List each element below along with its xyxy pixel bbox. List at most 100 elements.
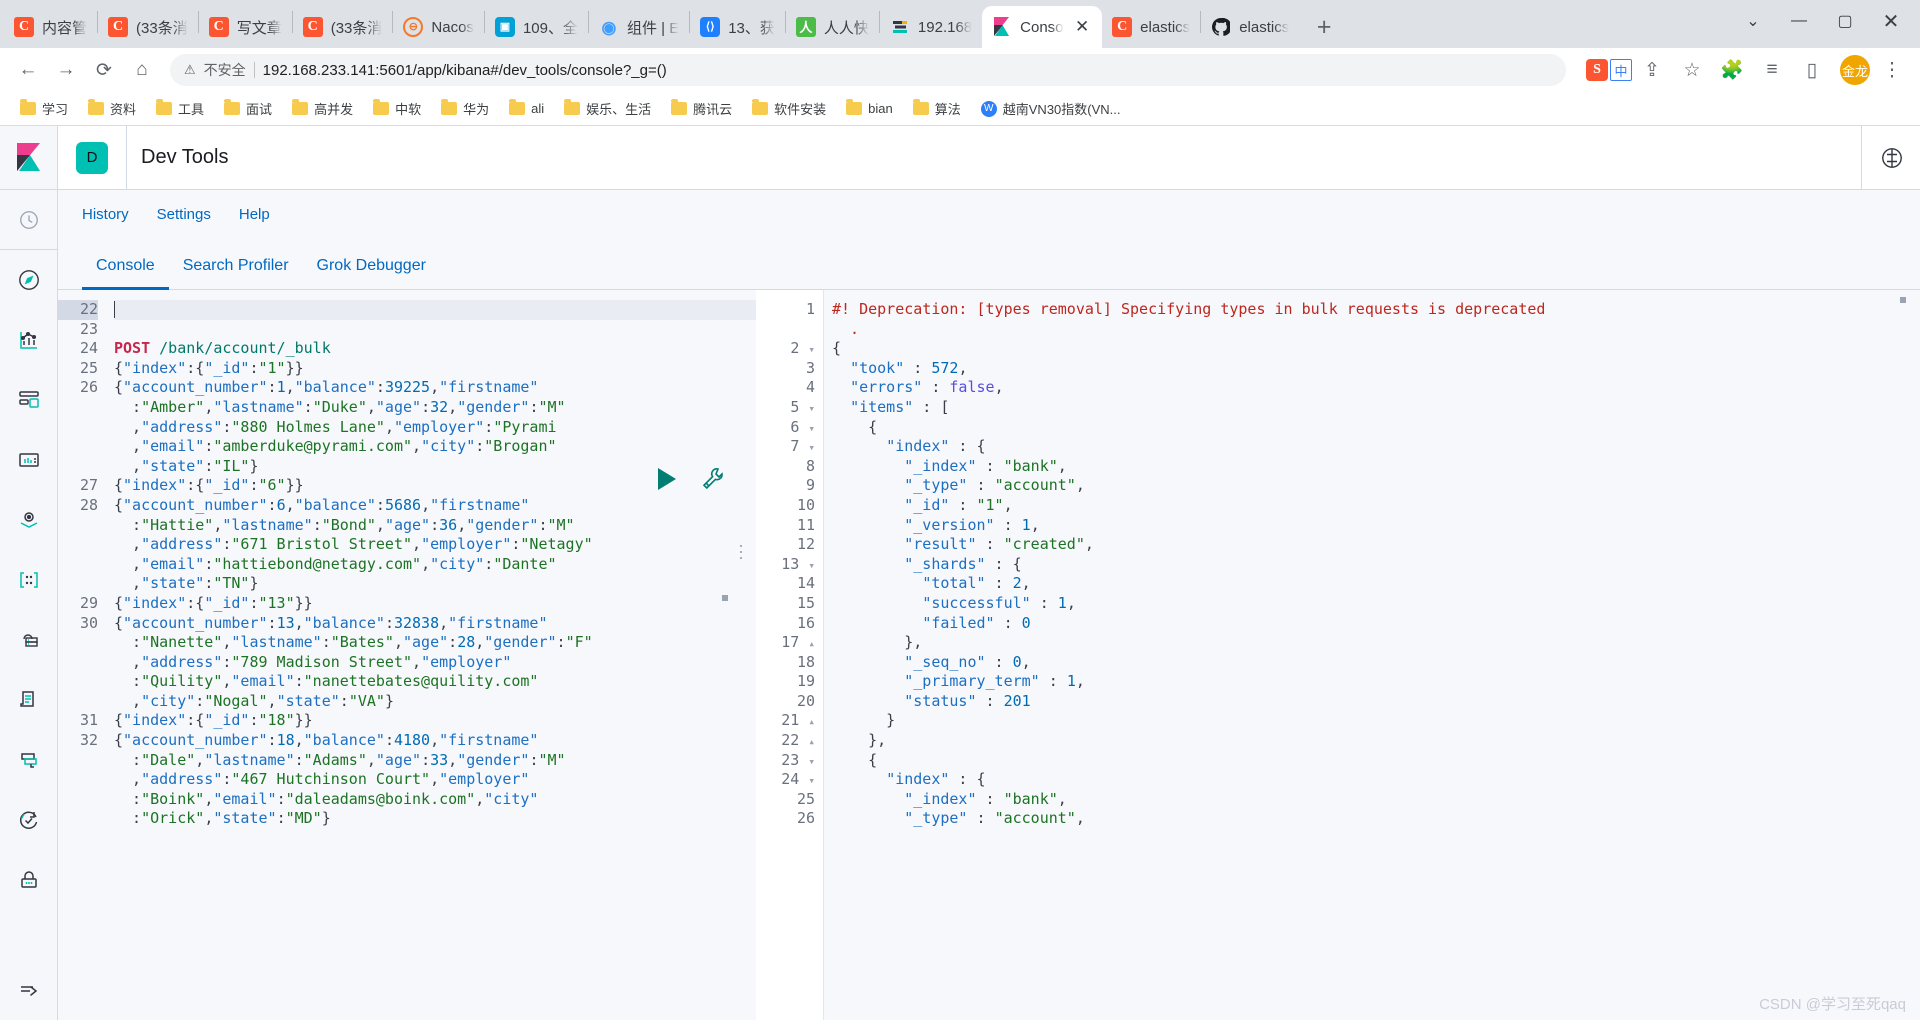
bookmark-item[interactable]: bian <box>838 97 901 120</box>
response-editor-pane[interactable]: 12 ▾ 3 4 5 ▾ 6 ▾ 7 ▾ 8 9 10 11 12 13 ▾ 14 15 16 17 ▴ 18 1… <box>756 290 1920 1020</box>
reading-list-icon[interactable]: ≡ <box>1754 52 1790 88</box>
apm-icon <box>20 753 37 768</box>
sidebar-item-infrastructure[interactable] <box>0 610 58 670</box>
token-str: "6" <box>258 476 286 495</box>
request-line-number <box>58 398 98 418</box>
sidebar-item-apm[interactable] <box>0 730 58 790</box>
bookmark-item[interactable]: 算法 <box>905 95 969 122</box>
token-punc: : <box>985 652 1013 671</box>
browser-tab[interactable]: ▣ 109、全 <box>485 6 588 48</box>
profile-avatar[interactable]: 金龙 <box>1840 55 1870 85</box>
sogou-ime-icon[interactable]: S <box>1586 59 1608 81</box>
bookmark-item[interactable]: 面试 <box>216 95 280 122</box>
bookmark-item[interactable]: W 越南VN30指数(VN... <box>973 95 1129 122</box>
reload-button[interactable]: ⟳ <box>86 52 122 88</box>
minimize-button[interactable]: — <box>1776 0 1822 42</box>
pane-resize-handle[interactable]: · · · <box>738 536 744 566</box>
token-str: "Hattie" <box>141 515 214 534</box>
token-punc: , <box>366 750 376 769</box>
tab-search-chevron-icon[interactable]: ⌄ <box>1730 0 1776 42</box>
token-str: "1" <box>976 495 1004 514</box>
close-window-button[interactable]: ✕ <box>1868 0 1914 42</box>
token-key: "employer" <box>393 417 485 436</box>
browser-tab[interactable]: C (33条消 <box>293 6 393 48</box>
sidebar-item-visualize[interactable] <box>0 310 58 370</box>
bookmark-item[interactable]: 软件安装 <box>744 95 834 122</box>
sidebar-item-uptime[interactable] <box>0 790 58 850</box>
sidebar-item-dashboard[interactable] <box>0 370 58 430</box>
bookmark-item[interactable]: 高并发 <box>284 95 361 122</box>
browser-tab[interactable]: C 写文章 <box>199 6 292 48</box>
bookmark-star-icon[interactable]: ☆ <box>1674 52 1710 88</box>
token-punc: : <box>249 358 259 377</box>
play-icon[interactable] <box>654 466 678 492</box>
request-code-line: :"Hattie","lastname":"Bond","age":36,"ge… <box>114 516 756 536</box>
forward-button[interactable]: → <box>48 52 84 88</box>
browser-tab[interactable]: 人人人快 <box>786 6 879 48</box>
tab-search-profiler[interactable]: Search Profiler <box>169 257 303 289</box>
extensions-icon[interactable]: 🧩 <box>1714 52 1750 88</box>
bookmark-item[interactable]: 腾讯云 <box>663 95 740 122</box>
request-code-line: :"Nanette","lastname":"Bates","age":28,"… <box>114 633 756 653</box>
bookmark-item[interactable]: 娱乐、生活 <box>556 95 659 122</box>
url-text[interactable]: 192.168.233.141:5601/app/kibana#/dev_too… <box>263 62 667 79</box>
token-punc: , <box>294 613 304 632</box>
home-button[interactable]: ⌂ <box>124 52 160 88</box>
bookmark-item[interactable]: 学习 <box>12 95 76 122</box>
console-tab-bar: Console Search Profiler Grok Debugger <box>58 238 1920 290</box>
tab-grok-debugger[interactable]: Grok Debugger <box>303 257 440 289</box>
token-punc <box>832 359 850 377</box>
sidebar-collapse-button[interactable] <box>0 960 58 1020</box>
tab-title: elastics <box>1140 18 1191 36</box>
back-button[interactable]: ← <box>10 52 46 88</box>
sidebar-item-machine-learning[interactable] <box>0 550 58 610</box>
address-bar[interactable]: ⚠ 不安全 192.168.233.141:5601/app/kibana#/d… <box>170 54 1566 86</box>
browser-tab-active[interactable]: Console ✕ <box>982 6 1103 48</box>
console-menu-settings[interactable]: Settings <box>157 206 211 223</box>
browser-tab[interactable]: C 内容管 <box>4 6 97 48</box>
sidebar-item-discover[interactable] <box>0 250 58 310</box>
browser-tab[interactable]: elastics <box>1201 6 1299 48</box>
token-punc: , <box>114 417 142 436</box>
close-tab-icon[interactable]: ✕ <box>1072 17 1092 37</box>
console-menu-history[interactable]: History <box>82 206 129 223</box>
bookmark-item[interactable]: 工具 <box>148 95 212 122</box>
response-line-number: 23 ▾ <box>781 750 815 769</box>
browser-chrome: C 内容管 C (33条消 C 写文章 C (33条消 ⊖ Nacos ▣ 109、全 ◉ 组件 | E ⟨… <box>0 0 1920 126</box>
browser-tab[interactable]: 192.168 <box>880 6 982 48</box>
sidebar-item-security[interactable] <box>0 850 58 910</box>
share-icon[interactable]: ⇪ <box>1634 52 1670 88</box>
bookmark-item[interactable]: 资料 <box>80 95 144 122</box>
token-punc: , <box>375 515 385 534</box>
token-key: "lastname" <box>204 750 295 769</box>
request-editor-pane[interactable]: 22 23 24 25 26 27 28 29 30 31 32 POST /bank/accoun… <box>58 290 756 1020</box>
browser-tab[interactable]: ⊖ Nacos <box>393 6 484 48</box>
browser-tab[interactable]: ◉ 组件 | E <box>589 6 689 48</box>
side-panel-icon[interactable]: ▯ <box>1794 52 1830 88</box>
token-punc: : <box>267 495 277 514</box>
sidebar-item-canvas[interactable] <box>0 430 58 490</box>
request-code-line: :"Orick","state":"MD"} <box>114 809 756 829</box>
browser-tab[interactable]: C (33条消 <box>98 6 198 48</box>
help-button[interactable] <box>1861 126 1904 189</box>
bookmark-item[interactable]: ali <box>501 97 552 120</box>
sidebar-item-maps[interactable] <box>0 490 58 550</box>
browser-tab[interactable]: Celastics <box>1102 6 1200 48</box>
token-punc: , <box>412 652 422 671</box>
ime-mode-icon[interactable]: 中 <box>1610 59 1632 81</box>
maximize-button[interactable]: ▢ <box>1822 0 1868 42</box>
bookmark-item[interactable]: 中软 <box>365 95 429 122</box>
wrench-icon[interactable] <box>700 466 726 492</box>
kibana-logo[interactable] <box>0 126 58 190</box>
new-tab-button[interactable]: + <box>1307 10 1341 44</box>
sidebar-item-logs[interactable] <box>0 670 58 730</box>
console-menu-help[interactable]: Help <box>239 206 270 223</box>
browser-tab[interactable]: ⟨⟩ 13、获 <box>690 6 785 48</box>
ime-indicator[interactable]: S 中 <box>1586 59 1632 81</box>
token-punc: : <box>114 672 142 691</box>
request-code[interactable]: POST /bank/account/_bulk {"index":{"_id":… <box>106 290 756 1020</box>
tab-console[interactable]: Console <box>82 257 169 290</box>
chrome-menu-icon[interactable]: ⋮ <box>1874 52 1910 88</box>
bookmark-item[interactable]: 华为 <box>433 95 497 122</box>
sidebar-item-history[interactable] <box>0 190 58 250</box>
